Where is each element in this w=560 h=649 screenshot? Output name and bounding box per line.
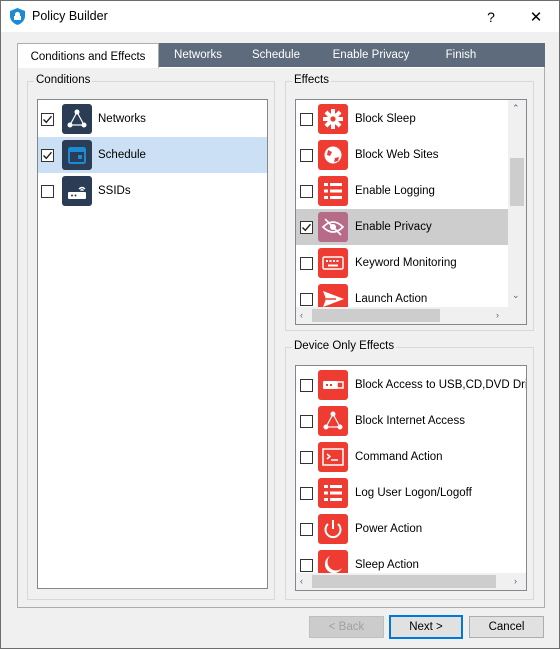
effect-label: Block Web Sites: [355, 149, 439, 161]
device-effect-item-power-action[interactable]: Power Action: [296, 511, 526, 547]
effects-vertical-scrollbar[interactable]: ⌃ ⌄: [508, 100, 526, 307]
tab-content: Conditions Networks Schedule SSIDs Effec…: [18, 68, 544, 607]
device-effects-group: Device Only Effects Block Access to USB,…: [285, 340, 534, 600]
checkbox[interactable]: [41, 113, 54, 126]
effects-horizontal-scrollbar[interactable]: ‹ ›: [296, 307, 508, 324]
effects-list[interactable]: Block Sleep Block Web Sites Enable Loggi…: [295, 99, 527, 325]
power-icon: [318, 514, 348, 544]
checkbox[interactable]: [300, 149, 313, 162]
list-icon: [318, 176, 348, 206]
effects-title: Effects: [292, 74, 331, 86]
list-icon: [318, 478, 348, 508]
effect-label: Enable Privacy: [355, 221, 432, 233]
device-effect-item-block-usb[interactable]: Block Access to USB,CD,DVD Drives: [296, 367, 526, 403]
back-button[interactable]: < Back: [309, 616, 384, 638]
conditions-title: Conditions: [34, 74, 93, 86]
checkbox[interactable]: [300, 415, 313, 428]
condition-label: SSIDs: [98, 185, 131, 197]
tab-enable-privacy[interactable]: Enable Privacy: [315, 43, 427, 67]
terminal-icon: [318, 442, 348, 472]
next-button[interactable]: Next >: [389, 615, 463, 639]
tab-schedule[interactable]: Schedule: [237, 43, 315, 67]
device-effect-label: Sleep Action: [355, 559, 419, 571]
scroll-right-icon[interactable]: ›: [496, 310, 499, 320]
eye-slash-icon: [318, 212, 348, 242]
effect-label: Enable Logging: [355, 185, 435, 197]
device-effects-title: Device Only Effects: [292, 340, 397, 352]
policy-builder-window: Policy Builder ? ✕ Conditions and Effect…: [0, 0, 560, 649]
effects-group: Effects Block Sleep Block Web Sites Enab…: [285, 74, 534, 331]
calendar-icon: [62, 140, 92, 170]
scroll-left-icon[interactable]: ‹: [300, 310, 303, 320]
gear-icon: [318, 104, 348, 134]
condition-item-schedule[interactable]: Schedule: [38, 137, 267, 173]
conditions-group: Conditions Networks Schedule SSIDs: [27, 74, 275, 600]
checkbox[interactable]: [300, 523, 313, 536]
checkbox[interactable]: [41, 185, 54, 198]
effect-label: Keyword Monitoring: [355, 257, 457, 269]
cancel-button[interactable]: Cancel: [469, 616, 544, 638]
tab-networks[interactable]: Networks: [159, 43, 237, 67]
device-effect-label: Command Action: [355, 451, 443, 463]
scroll-down-icon[interactable]: ⌄: [512, 290, 520, 301]
effect-item-enable-logging[interactable]: Enable Logging: [296, 173, 508, 209]
window-title: Policy Builder: [32, 9, 108, 23]
effect-item-keyword-monitoring[interactable]: Keyword Monitoring: [296, 245, 508, 281]
scroll-right-icon[interactable]: ›: [514, 576, 517, 586]
device-effect-item-log-user-logon[interactable]: Log User Logon/Logoff: [296, 475, 526, 511]
device-effect-label: Block Internet Access: [355, 415, 465, 427]
scroll-left-icon[interactable]: ‹: [300, 576, 303, 586]
shield-icon: [10, 8, 25, 25]
checkbox[interactable]: [300, 113, 313, 126]
title-bar: Policy Builder ? ✕: [1, 1, 559, 32]
effect-item-enable-privacy[interactable]: Enable Privacy: [296, 209, 508, 245]
checkbox[interactable]: [300, 185, 313, 198]
globe-icon: [318, 140, 348, 170]
network-icon: [62, 104, 92, 134]
network-icon: [318, 406, 348, 436]
tab-finish[interactable]: Finish: [427, 43, 495, 67]
effect-label: Launch Action: [355, 293, 428, 305]
checkbox[interactable]: [41, 149, 54, 162]
scroll-up-icon[interactable]: ⌃: [512, 103, 520, 114]
checkbox[interactable]: [300, 559, 313, 572]
checkbox[interactable]: [300, 451, 313, 464]
condition-label: Schedule: [98, 149, 146, 161]
tab-conditions-and-effects[interactable]: Conditions and Effects: [17, 43, 159, 69]
device-effect-item-command-action[interactable]: Command Action: [296, 439, 526, 475]
device-effects-list[interactable]: Block Access to USB,CD,DVD Drives Block …: [295, 365, 527, 591]
router-icon: [62, 176, 92, 206]
effect-item-block-sleep[interactable]: Block Sleep: [296, 101, 508, 137]
device-effects-horizontal-scrollbar[interactable]: ‹ ›: [296, 573, 526, 590]
usb-icon: [318, 370, 348, 400]
checkbox[interactable]: [300, 487, 313, 500]
device-effect-label: Block Access to USB,CD,DVD Drives: [355, 379, 527, 391]
effect-label: Block Sleep: [355, 113, 416, 125]
help-button[interactable]: ?: [468, 1, 514, 32]
conditions-list[interactable]: Networks Schedule SSIDs: [37, 99, 268, 589]
condition-item-ssids[interactable]: SSIDs: [38, 173, 267, 209]
checkbox[interactable]: [300, 293, 313, 306]
condition-label: Networks: [98, 113, 146, 125]
scroll-corner: [508, 307, 526, 324]
device-effect-label: Power Action: [355, 523, 423, 535]
keyboard-icon: [318, 248, 348, 278]
close-button[interactable]: ✕: [513, 1, 559, 32]
effect-item-block-web-sites[interactable]: Block Web Sites: [296, 137, 508, 173]
scroll-thumb[interactable]: [312, 309, 440, 322]
device-effect-label: Log User Logon/Logoff: [355, 487, 472, 499]
condition-item-networks[interactable]: Networks: [38, 101, 267, 137]
checkbox[interactable]: [300, 379, 313, 392]
checkbox[interactable]: [300, 221, 313, 234]
scroll-thumb[interactable]: [312, 575, 496, 588]
device-effect-item-block-internet-access[interactable]: Block Internet Access: [296, 403, 526, 439]
scroll-thumb[interactable]: [510, 158, 524, 206]
checkbox[interactable]: [300, 257, 313, 270]
tab-strip: Conditions and Effects Networks Schedule…: [17, 43, 545, 69]
